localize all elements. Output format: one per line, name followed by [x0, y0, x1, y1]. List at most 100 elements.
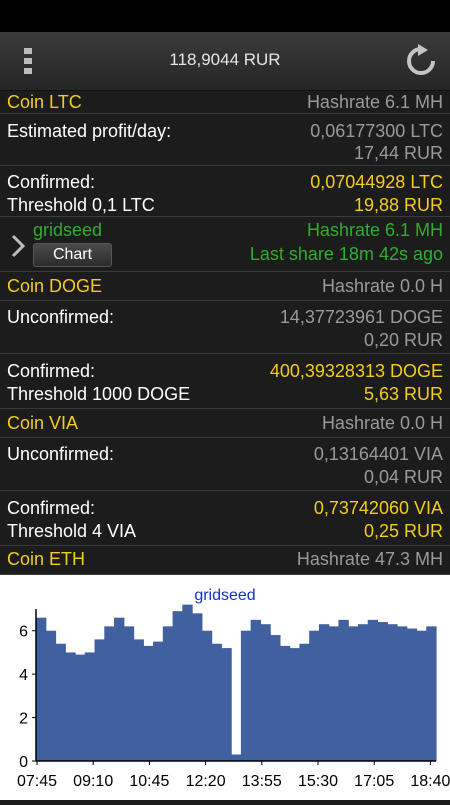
x-tick-label: 13:55 [242, 773, 282, 790]
confirmed-label: Confirmed: [7, 498, 96, 518]
chart-bar [260, 624, 271, 761]
chart-bar [231, 754, 242, 761]
chart-bar [309, 630, 320, 761]
chart-bar [406, 628, 418, 761]
chart-bar [94, 639, 105, 761]
chart-bar [84, 652, 96, 761]
chart-bar [318, 624, 330, 761]
coin-title: Coin LTC [7, 92, 82, 112]
confirmed-fiat: 19,88 RUR [353, 195, 443, 215]
confirmed-coin: 0,07044928 LTC [310, 172, 443, 192]
confirmed-label: Confirmed: [7, 361, 96, 381]
confirmed-fiat: 5,63 RUR [363, 384, 443, 404]
confirmed-row-ltc: Confirmed: Threshold 0,1 LTC 0,07044928 … [0, 166, 450, 217]
chart-bar [357, 624, 369, 761]
x-tick-label: 07:45 [17, 773, 57, 790]
x-tick-label: 12:20 [186, 773, 226, 790]
chart-bar [387, 624, 398, 761]
y-tick-label: 6 [19, 624, 28, 641]
chart-bar [162, 626, 174, 761]
confirmed-coin: 400,39328313 DOGE [269, 361, 443, 381]
chart-bar [416, 630, 427, 761]
threshold-label: Threshold 4 VIA [7, 521, 137, 541]
unconfirmed-coin: 14,37723961 DOGE [279, 307, 443, 327]
chart-bar [221, 648, 232, 761]
estimated-profit-row: Estimated profit/day: 0,06177300 LTC 17,… [0, 114, 450, 166]
chart-bar [143, 645, 154, 761]
x-tick-label: 09:10 [73, 773, 113, 790]
balance-total: 118,9044 RUR [169, 50, 281, 69]
chevron-right-icon[interactable] [8, 233, 28, 259]
chart-bar [114, 617, 125, 761]
chart-bar [270, 635, 281, 761]
coin-header-eth[interactable]: Coin ETH Hashrate 47.3 MH [0, 546, 450, 575]
worker-row-gridseed[interactable]: gridseed Chart Hashrate 6.1 MH Last shar… [0, 217, 450, 272]
coin-title: Coin VIA [7, 413, 79, 433]
threshold-label: Threshold 1000 DOGE [7, 384, 191, 404]
chart-bar [172, 611, 183, 761]
chart-bar [55, 643, 66, 761]
worker-last-share: Last share 18m 42s ago [249, 244, 443, 264]
threshold-label: Threshold 0,1 LTC [7, 195, 155, 215]
coin-list[interactable]: Coin LTC Hashrate 6.1 MH Estimated profi… [0, 90, 450, 575]
coin-header-ltc[interactable]: Coin LTC Hashrate 6.1 MH [0, 90, 450, 114]
chart-bar [328, 626, 340, 761]
refresh-icon[interactable] [404, 44, 438, 78]
chart-bar [279, 645, 291, 761]
coin-header-doge[interactable]: Coin DOGE Hashrate 0.0 H [0, 272, 450, 301]
unconfirmed-label: Unconfirmed: [7, 307, 115, 327]
chart-bar [45, 630, 57, 761]
chart-bar [36, 617, 47, 761]
chart-bar [104, 626, 115, 761]
y-tick-label: 0 [19, 754, 28, 771]
x-tick-label: 18:40 [410, 773, 450, 790]
coin-hashrate: Hashrate 0.0 H [321, 276, 443, 296]
coin-header-via[interactable]: Coin VIA Hashrate 0.0 H [0, 409, 450, 438]
y-tick-label: 4 [19, 667, 28, 684]
chart-bar [153, 641, 164, 761]
chart-bar [123, 626, 135, 761]
coin-title: Coin ETH [7, 549, 86, 569]
x-tick-label: 15:30 [298, 773, 338, 790]
chart-bar [65, 652, 76, 761]
chart-button[interactable]: Chart [33, 243, 112, 267]
estimated-profit-fiat: 17,44 RUR [353, 143, 443, 163]
confirmed-row-via: Confirmed: Threshold 4 VIA 0,73742060 VI… [0, 491, 450, 546]
unconfirmed-coin: 0,13164401 VIA [313, 444, 443, 464]
chart-bar [289, 648, 301, 761]
x-tick-label: 17:05 [354, 773, 394, 790]
status-bar [0, 0, 450, 32]
chart-bar [240, 630, 252, 761]
confirmed-label: Confirmed: [7, 172, 96, 192]
hashrate-chart: gridseed 0 2 4 6 07:45 09:10 10:45 12:20 13:55 15:… [17, 587, 450, 790]
chart-title: gridseed [194, 587, 255, 604]
unconfirmed-row-doge: Unconfirmed: 14,37723961 DOGE 0,20 RUR [0, 301, 450, 354]
confirmed-row-doge: Confirmed: Threshold 1000 DOGE 400,39328… [0, 354, 450, 409]
chart-bar [75, 654, 86, 761]
estimated-profit-label: Estimated profit/day: [7, 121, 172, 141]
action-bar: 118,9044 RUR [0, 32, 450, 91]
chart-bar [182, 604, 193, 761]
coin-hashrate: Hashrate 0.0 H [321, 413, 443, 433]
worker-name: gridseed [33, 220, 103, 240]
chart-bar [367, 619, 379, 761]
unconfirmed-label: Unconfirmed: [7, 444, 115, 464]
chart-bar [396, 626, 408, 761]
unconfirmed-fiat: 0,20 RUR [363, 330, 443, 350]
chart-bar [426, 626, 437, 761]
chart-bar [299, 643, 310, 761]
x-tick-label: 10:45 [129, 773, 169, 790]
chart-bar [348, 626, 359, 761]
hashrate-chart-panel[interactable]: gridseed 0 2 4 6 07:45 09:10 10:45 12:20 13:55 15:… [0, 575, 450, 800]
chart-bar [377, 622, 388, 761]
coin-title: Coin DOGE [7, 276, 103, 296]
coin-hashrate: Hashrate 6.1 MH [306, 92, 443, 112]
coin-hashrate: Hashrate 47.3 MH [296, 549, 443, 569]
chart-bar [133, 639, 144, 761]
chart-bar [338, 619, 349, 761]
chart-bar [192, 613, 203, 761]
worker-hashrate: Hashrate 6.1 MH [306, 220, 443, 240]
confirmed-fiat: 0,25 RUR [363, 521, 443, 541]
y-tick-label: 2 [19, 711, 28, 728]
unconfirmed-fiat: 0,04 RUR [363, 467, 443, 487]
